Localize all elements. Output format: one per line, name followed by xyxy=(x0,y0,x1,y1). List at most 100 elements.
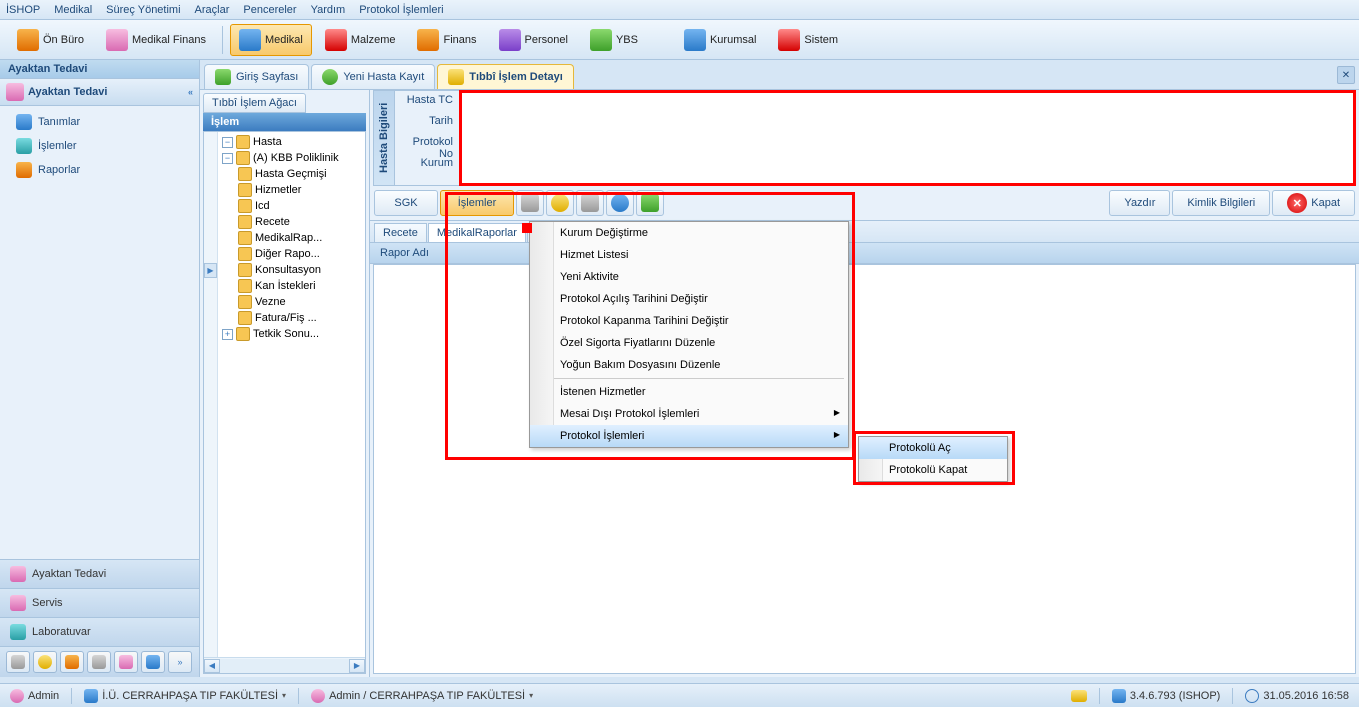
tab-giris-sayfasi[interactable]: Giriş Sayfası xyxy=(204,64,309,89)
scroll-track[interactable] xyxy=(220,659,349,673)
toolbar-finans[interactable]: Finans xyxy=(408,24,485,56)
yazdir-button[interactable]: Yazdır xyxy=(1109,190,1170,216)
mini-btn-6[interactable] xyxy=(141,651,165,673)
status-label: Admin xyxy=(28,690,59,702)
status-admin[interactable]: Admin xyxy=(6,689,63,703)
tree-node-hasta-gecmisi[interactable]: Hasta Geçmişi xyxy=(218,166,365,182)
item-icon xyxy=(238,247,252,261)
chevron-icon: » xyxy=(177,657,182,667)
main-area: Ayaktan Tedavi Ayaktan Tedavi « Tanımlar… xyxy=(0,60,1359,677)
menu-pencereler[interactable]: Pencereler xyxy=(243,4,296,16)
tree-expander[interactable]: + xyxy=(222,329,233,340)
toolbar-onburo[interactable]: Ön Büro xyxy=(8,24,93,56)
radiation-button[interactable] xyxy=(546,190,574,216)
toolbar-medikal[interactable]: Medikal xyxy=(230,24,312,56)
menu-hizmet-listesi[interactable]: Hizmet Listesi xyxy=(530,244,848,266)
status-mail[interactable] xyxy=(1067,690,1091,702)
status-user-faculty[interactable]: Admin / CERRAHPAŞA TIP FAKÜLTESİ xyxy=(307,689,537,703)
flask-button[interactable] xyxy=(636,190,664,216)
status-bar: Admin İ.Ü. CERRAHPAŞA TIP FAKÜLTESİ Admi… xyxy=(0,683,1359,707)
nav-servis[interactable]: Servis xyxy=(0,588,199,617)
tree-node-konsultasyon[interactable]: Konsultasyon xyxy=(218,262,365,278)
kurumsal-icon xyxy=(684,29,706,51)
tree-node-recete[interactable]: Recete xyxy=(218,214,365,230)
menu-yardim[interactable]: Yardım xyxy=(311,4,346,16)
status-separator xyxy=(1232,688,1233,704)
tree-node-fatura[interactable]: Fatura/Fiş ... xyxy=(218,310,365,326)
toolbar-ybs[interactable]: YBS xyxy=(581,24,647,56)
left-item-raporlar[interactable]: Raporlar xyxy=(0,158,199,182)
tree-horizontal-scrollbar[interactable]: ◀ ▶ xyxy=(204,657,365,673)
mini-btn-2[interactable] xyxy=(33,651,57,673)
menu-protokol[interactable]: Protokol İşlemleri xyxy=(359,4,443,16)
menu-yogun-bakim[interactable]: Yoğun Bakım Dosyasını Düzenle xyxy=(530,354,848,376)
left-item-label: İşlemler xyxy=(38,140,77,152)
status-faculty[interactable]: İ.Ü. CERRAHPAŞA TIP FAKÜLTESİ xyxy=(80,689,290,703)
tab-tibbi-islem-detayi[interactable]: Tıbbî İşlem Detayı xyxy=(437,64,574,89)
tree-expander[interactable]: − xyxy=(222,153,233,164)
toolbar-malzeme[interactable]: Malzeme xyxy=(316,24,405,56)
kapat-button[interactable]: ✕Kapat xyxy=(1272,190,1355,216)
toolbar-label: Finans xyxy=(443,34,476,46)
menu-yeni-aktivite[interactable]: Yeni Aktivite xyxy=(530,266,848,288)
sgk-button[interactable]: SGK xyxy=(374,190,438,216)
tree-node-hizmetler[interactable]: Hizmetler xyxy=(218,182,365,198)
islemler-button[interactable]: İşlemler xyxy=(440,190,514,216)
tab-close-button[interactable]: ✕ xyxy=(1337,66,1355,84)
left-item-islemler[interactable]: İşlemler xyxy=(0,134,199,158)
menu-protokol-acilis-tarihi[interactable]: Protokol Açılış Tarihini Değiştir xyxy=(530,288,848,310)
menu-ishop[interactable]: İSHOP xyxy=(6,4,40,16)
tree-node-icd[interactable]: Icd xyxy=(218,198,365,214)
tab-label: Giriş Sayfası xyxy=(236,71,298,83)
toolbar-medikal-finans[interactable]: Medikal Finans xyxy=(97,24,215,56)
submenu-protokolu-kapat[interactable]: Protokolü Kapat xyxy=(859,459,1007,481)
mini-btn-5[interactable] xyxy=(114,651,138,673)
tree-node-vezne[interactable]: Vezne xyxy=(218,294,365,310)
menu-ozel-sigorta[interactable]: Özel Sigorta Fiyatlarını Düzenle xyxy=(530,332,848,354)
menu-araclar[interactable]: Araçlar xyxy=(195,4,230,16)
tree-expander[interactable]: − xyxy=(222,137,233,148)
toolbar-sistem[interactable]: Sistem xyxy=(769,24,847,56)
subtab-medikalraporlar[interactable]: MedikalRaporlar xyxy=(428,223,526,242)
tree-node-hasta[interactable]: −Hasta xyxy=(218,134,365,150)
menu-protokol-kapanma-tarihi[interactable]: Protokol Kapanma Tarihini Değiştir xyxy=(530,310,848,332)
tree-node-label: Kan İstekleri xyxy=(255,280,316,292)
mini-btn-more[interactable]: » xyxy=(168,651,192,673)
grid-header[interactable]: Rapor Adı xyxy=(370,243,1359,264)
subtab-recete[interactable]: Recete xyxy=(374,223,427,242)
toolbar-kurumsal[interactable]: Kurumsal xyxy=(675,24,765,56)
mini-btn-3[interactable] xyxy=(60,651,84,673)
microscope-button[interactable] xyxy=(576,190,604,216)
menu-medikal[interactable]: Medikal xyxy=(54,4,92,16)
menu-mesai-disi[interactable]: Mesai Dışı Protokol İşlemleri xyxy=(530,403,848,425)
collapse-icon[interactable]: « xyxy=(188,87,193,97)
mini-btn-1[interactable] xyxy=(6,651,30,673)
tree-node-kbb[interactable]: −(A) KBB Poliklinik xyxy=(218,150,365,166)
submenu-protokolu-ac[interactable]: Protokolü Aç xyxy=(859,437,1007,459)
left-item-tanimlar[interactable]: Tanımlar xyxy=(0,110,199,134)
nav-laboratuvar[interactable]: Laboratuvar xyxy=(0,617,199,646)
mini-btn-4[interactable] xyxy=(87,651,111,673)
menu-istenen-hizmetler[interactable]: İstenen Hizmetler xyxy=(530,381,848,403)
left-panel-header[interactable]: Ayaktan Tedavi « xyxy=(0,79,199,106)
tree-node-diger-rapo[interactable]: Diğer Rapo... xyxy=(218,246,365,262)
tree-tab[interactable]: Tıbbî İşlem Ağacı xyxy=(203,93,306,113)
tree-node-kan-istekleri[interactable]: Kan İstekleri xyxy=(218,278,365,294)
scroll-right-button[interactable]: ▶ xyxy=(349,659,365,673)
atom-button[interactable] xyxy=(606,190,634,216)
nav-ayaktan-tedavi[interactable]: Ayaktan Tedavi xyxy=(0,559,199,588)
scroll-left-button[interactable]: ◀ xyxy=(204,659,220,673)
kimlik-bilgileri-button[interactable]: Kimlik Bilgileri xyxy=(1172,190,1270,216)
menu-protokol-islemleri[interactable]: Protokol İşlemleri xyxy=(530,425,848,447)
patient-icon xyxy=(6,83,24,101)
xray-button[interactable] xyxy=(516,190,544,216)
tree-node-medikalrap[interactable]: MedikalRap... xyxy=(218,230,365,246)
tree-view[interactable]: −Hasta −(A) KBB Poliklinik Hasta Geçmişi… xyxy=(203,131,366,674)
tab-yeni-hasta[interactable]: Yeni Hasta Kayıt xyxy=(311,64,435,89)
menu-surec[interactable]: Süreç Yönetimi xyxy=(106,4,180,16)
menu-kurum-degistirme[interactable]: Kurum Değiştirme xyxy=(530,222,848,244)
tree-node-tetkik[interactable]: +Tetkik Sonu... xyxy=(218,326,365,342)
toolbar-personel[interactable]: Personel xyxy=(490,24,577,56)
status-separator xyxy=(71,688,72,704)
folder-icon xyxy=(236,151,250,165)
